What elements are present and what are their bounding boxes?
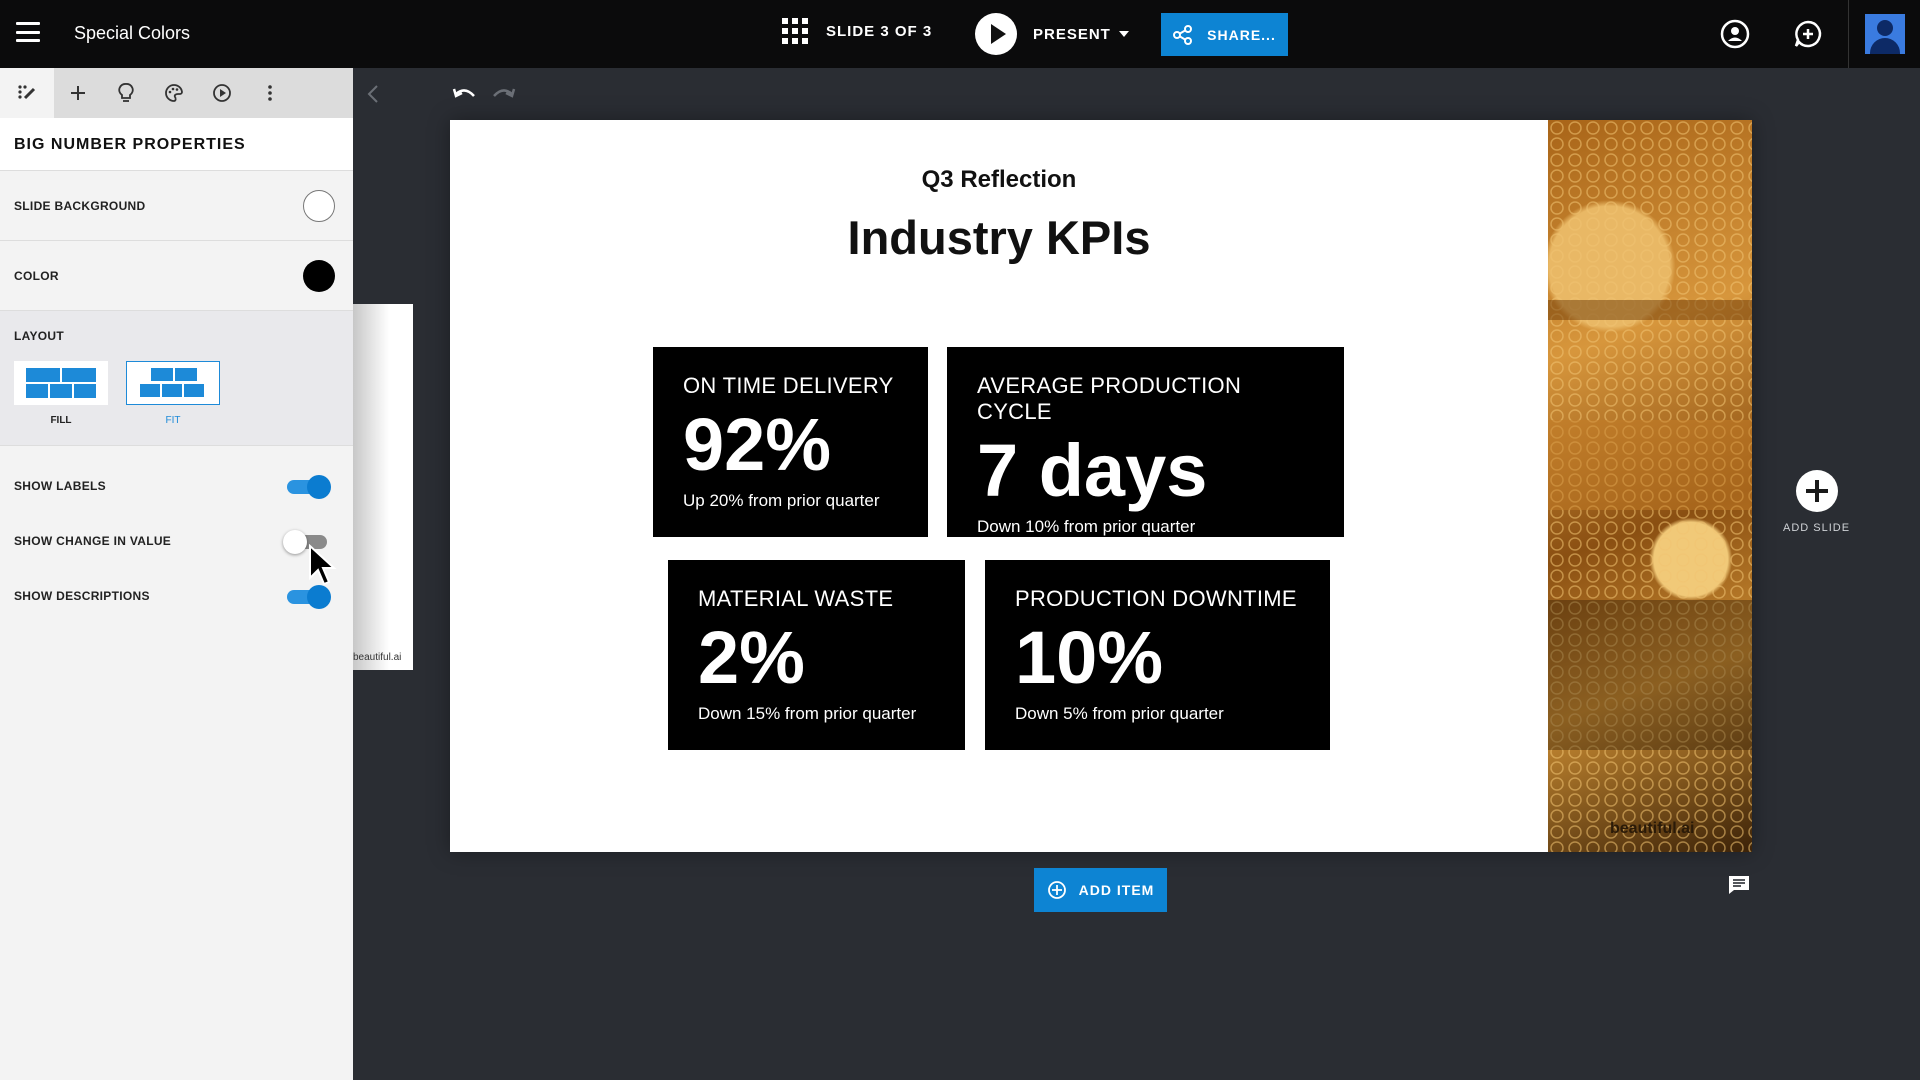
avatar[interactable] bbox=[1848, 0, 1920, 68]
show-descriptions-row: SHOW DESCRIPTIONS bbox=[0, 568, 353, 623]
layout-section: LAYOUT FILL FIT bbox=[0, 310, 353, 446]
more-vertical-icon bbox=[268, 85, 272, 101]
color-row: COLOR bbox=[0, 240, 353, 310]
deck-title[interactable]: Special Colors bbox=[74, 23, 190, 44]
plus-circle-icon bbox=[1047, 881, 1066, 899]
layout-fill-label: FILL bbox=[50, 415, 72, 426]
show-descriptions-label: SHOW DESCRIPTIONS bbox=[14, 588, 150, 603]
redo-icon[interactable] bbox=[490, 84, 516, 104]
slide-background-row: SLIDE BACKGROUND bbox=[0, 170, 353, 240]
slide-grid-button[interactable]: SLIDE 3 OF 3 bbox=[782, 18, 932, 44]
honeycomb-image[interactable] bbox=[1548, 120, 1752, 852]
tab-more[interactable] bbox=[246, 68, 294, 118]
speaker-notes-icon[interactable] bbox=[1727, 874, 1751, 896]
kpi-label: PRODUCTION DOWNTIME bbox=[1015, 586, 1297, 611]
kpi-label: AVERAGE PRODUCTION CYCLE bbox=[977, 373, 1242, 424]
grid-icon bbox=[782, 18, 808, 44]
present-label: PRESENT bbox=[1033, 25, 1111, 43]
layout-fit-thumb bbox=[126, 361, 220, 405]
slide-background-label: SLIDE BACKGROUND bbox=[14, 198, 146, 213]
slide-indicator: SLIDE 3 OF 3 bbox=[826, 22, 933, 40]
add-item-label: ADD ITEM bbox=[1078, 882, 1155, 898]
kpi-value: 10% bbox=[1015, 616, 1164, 699]
add-slide-button[interactable]: ADD SLIDE bbox=[1783, 470, 1850, 534]
kpi-value: 2% bbox=[698, 616, 805, 699]
top-bar: Special Colors SLIDE 3 OF 3 PRESENT SHAR… bbox=[0, 0, 1920, 68]
menu-icon[interactable] bbox=[16, 22, 40, 42]
share-label: SHARE... bbox=[1207, 26, 1276, 43]
layout-fit-label: FIT bbox=[165, 415, 181, 426]
collapse-panel-icon[interactable] bbox=[366, 84, 380, 104]
magic-wand-icon bbox=[18, 85, 36, 100]
show-labels-toggle[interactable] bbox=[287, 474, 331, 499]
add-comment-icon[interactable] bbox=[1793, 19, 1823, 49]
add-slide-label: ADD SLIDE bbox=[1783, 522, 1851, 534]
add-item-button[interactable]: ADD ITEM bbox=[1034, 868, 1167, 912]
user-avatar-icon bbox=[1864, 14, 1905, 54]
tab-add[interactable] bbox=[54, 68, 102, 118]
honeycomb-pattern bbox=[1548, 120, 1752, 852]
panel-tabs bbox=[0, 68, 353, 118]
kpi-card[interactable]: AVERAGE PRODUCTION CYCLE 7 days Down 10%… bbox=[947, 347, 1344, 537]
show-change-label: SHOW CHANGE IN VALUE bbox=[14, 533, 172, 548]
tab-design[interactable] bbox=[0, 68, 54, 118]
kpi-description: Up 20% from prior quarter bbox=[683, 491, 880, 510]
layout-fill-icon bbox=[26, 368, 96, 398]
kpi-description: Down 15% from prior quarter bbox=[698, 704, 917, 723]
kpi-card[interactable]: PRODUCTION DOWNTIME 10% Down 5% from pri… bbox=[985, 560, 1330, 750]
properties-panel: BIG NUMBER PROPERTIES SLIDE BACKGROUND C… bbox=[0, 68, 353, 1080]
layout-fit-icon bbox=[140, 368, 204, 397]
tab-theme[interactable] bbox=[150, 68, 198, 118]
slide-title[interactable]: Industry KPIs bbox=[450, 210, 1548, 265]
panel-heading: BIG NUMBER PROPERTIES bbox=[0, 118, 353, 170]
layout-fit-option[interactable]: FIT bbox=[126, 361, 220, 426]
image-watermark: beautiful.ai bbox=[1610, 820, 1695, 837]
undo-icon[interactable] bbox=[452, 84, 478, 104]
kpi-description: Down 10% from prior quarter bbox=[977, 517, 1196, 536]
previous-slide-watermark: beautiful.ai bbox=[353, 652, 402, 663]
palette-icon bbox=[165, 84, 183, 102]
slide-canvas[interactable]: Q3 Reflection Industry KPIs ON TIME DELI… bbox=[450, 120, 1752, 852]
chevron-down-icon bbox=[1118, 31, 1129, 37]
tab-animate[interactable] bbox=[198, 68, 246, 118]
kpi-description: Down 5% from prior quarter bbox=[1015, 704, 1224, 723]
kpi-label: ON TIME DELIVERY bbox=[683, 373, 894, 398]
layout-label: LAYOUT bbox=[14, 329, 65, 343]
share-icon bbox=[1173, 24, 1193, 45]
kpi-value: 92% bbox=[683, 403, 832, 486]
show-change-row: SHOW CHANGE IN VALUE bbox=[0, 513, 353, 568]
share-button[interactable]: SHARE... bbox=[1161, 13, 1288, 56]
present-button[interactable]: PRESENT bbox=[975, 13, 1129, 55]
show-labels-label: SHOW LABELS bbox=[14, 478, 106, 493]
mouse-cursor-icon bbox=[309, 544, 337, 586]
slide-subtitle[interactable]: Q3 Reflection bbox=[450, 166, 1548, 194]
color-swatch[interactable] bbox=[303, 259, 335, 292]
tab-ideas[interactable] bbox=[102, 68, 150, 118]
plus-circle-icon bbox=[1795, 470, 1838, 512]
color-label: COLOR bbox=[14, 268, 59, 283]
play-icon bbox=[975, 13, 1017, 55]
kpi-label: MATERIAL WASTE bbox=[698, 586, 894, 611]
plus-icon bbox=[71, 86, 85, 100]
layout-fill-option[interactable]: FILL bbox=[14, 361, 108, 426]
layout-fill-thumb bbox=[14, 361, 108, 405]
kpi-card[interactable]: MATERIAL WASTE 2% Down 15% from prior qu… bbox=[668, 560, 965, 750]
account-icon[interactable] bbox=[1720, 19, 1750, 49]
kpi-value: 7 days bbox=[977, 429, 1208, 512]
play-circle-icon bbox=[213, 84, 231, 102]
show-labels-row: SHOW LABELS bbox=[0, 458, 353, 513]
slide-background-swatch[interactable] bbox=[303, 189, 335, 222]
previous-slide-peek[interactable] bbox=[353, 304, 413, 670]
kpi-card[interactable]: ON TIME DELIVERY 92% Up 20% from prior q… bbox=[653, 347, 928, 537]
lightbulb-icon bbox=[118, 83, 134, 102]
